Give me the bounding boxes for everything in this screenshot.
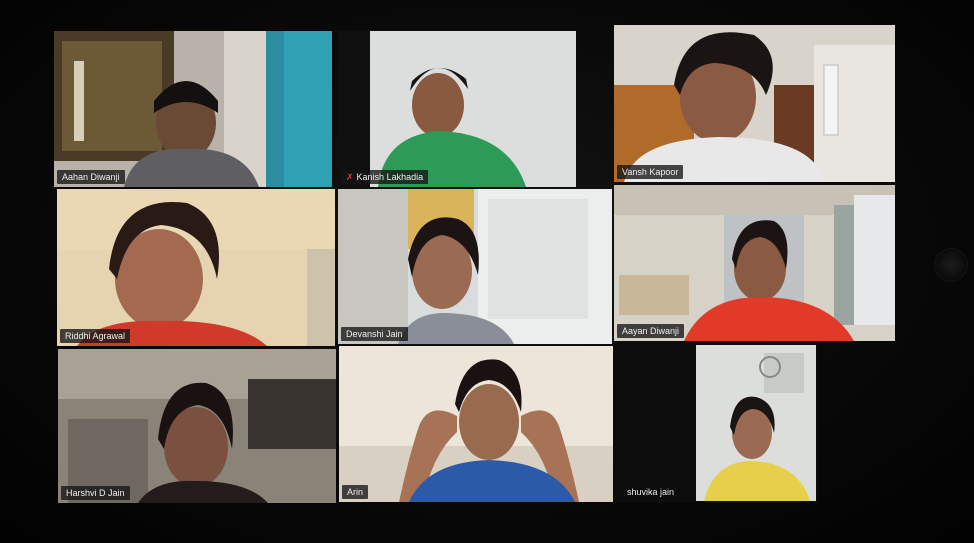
video-feed [58,349,336,503]
participant-name-tag: Riddhi Agrawal [60,329,131,343]
participant-name: shuvika jain [627,487,675,497]
participant-name: Aayan Diwanji [622,326,680,336]
video-tile-devanshi-jain[interactable]: Devanshi Jain [338,189,612,344]
participant-name-tag: Harshvi D Jain [61,486,130,500]
participant-name: Harshvi D Jain [66,488,125,498]
video-tile-kanish-lakhadia[interactable]: ✗ Kanish Lakhadia [338,31,576,187]
participant-name: Vansh Kapoor [622,167,679,177]
participant-name: Devanshi Jain [346,329,403,339]
participant-name-tag: Arin [342,485,369,499]
video-feed [338,189,612,344]
participant-name: Kanish Lakhadia [356,172,424,182]
video-feed [54,31,332,187]
video-feed [614,343,818,503]
video-feed [57,189,335,346]
participant-name-tag: Devanshi Jain [341,327,408,341]
video-tile-arin[interactable]: Arin [339,346,613,502]
video-feed [339,346,613,502]
device-camera-icon [934,248,968,282]
participant-name-tag: Aayan Diwanji [617,324,685,338]
participant-name: Aahan Diwanji [62,172,120,182]
video-tile-aayan-diwanji[interactable]: Aayan Diwanji [614,185,895,341]
video-tile-harshvi-d-jain[interactable]: Harshvi D Jain [58,349,336,503]
participant-name: Arin [347,487,364,497]
video-tile-aahan-diwanji[interactable]: Aahan Diwanji [54,31,332,187]
mic-muted-icon: ✗ [346,172,354,182]
video-feed [614,25,895,182]
participant-name-tag: Vansh Kapoor [617,165,684,179]
video-tile-riddhi-agrawal[interactable]: Riddhi Agrawal [57,189,335,346]
participant-name: Riddhi Agrawal [65,331,126,341]
video-feed [338,31,576,187]
participant-name-tag: Aahan Diwanji [57,170,125,184]
conference-screen: Aahan Diwanji ✗ Kanish Lakhadia Vansh Ka… [0,0,974,543]
participant-name-tag: ✗ Kanish Lakhadia [341,170,429,184]
video-feed [614,185,895,341]
video-tile-shuvika-jain[interactable] [614,343,818,503]
video-tile-vansh-kapoor[interactable]: Vansh Kapoor [614,25,895,182]
